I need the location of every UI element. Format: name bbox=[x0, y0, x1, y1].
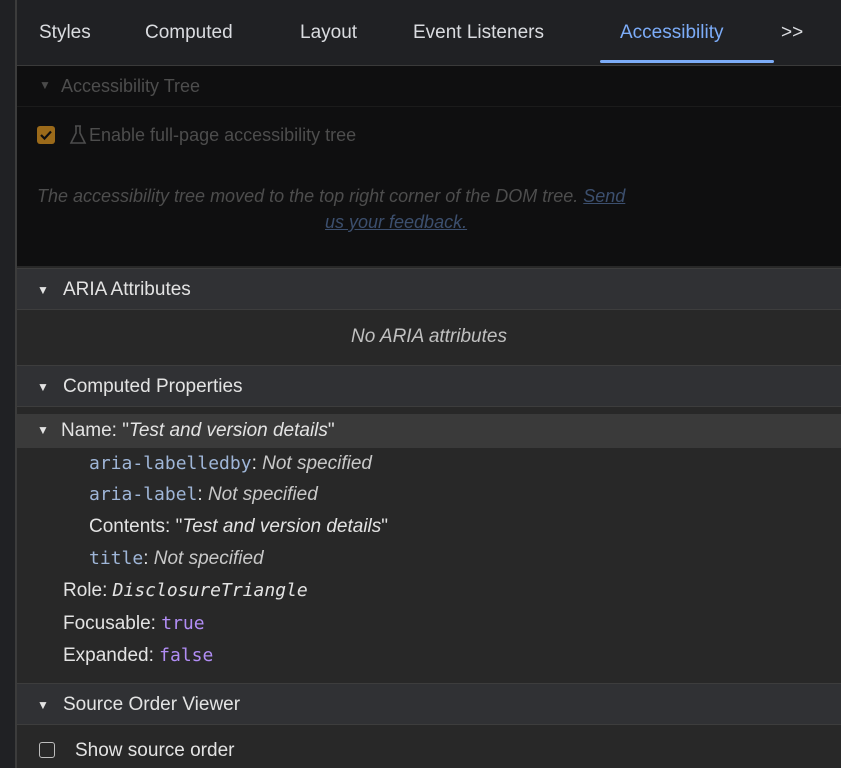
role-label: Role: bbox=[63, 580, 113, 601]
send-feedback-link[interactable]: Send bbox=[583, 186, 625, 206]
tab-computed[interactable]: Computed bbox=[145, 22, 233, 44]
show-source-order-checkbox[interactable] bbox=[39, 742, 55, 758]
send-feedback-link-continued[interactable]: us your feedback. bbox=[325, 212, 467, 233]
contents-value: Test and version details bbox=[182, 516, 382, 537]
expanded-value: false bbox=[159, 645, 214, 666]
source-order-viewer-header[interactable]: ▼ Source Order Viewer bbox=[17, 683, 841, 725]
aria-label-key: aria-label bbox=[89, 484, 198, 505]
expanded-row: Expanded: false bbox=[63, 645, 213, 667]
contents-label: Contents: " bbox=[89, 516, 183, 537]
no-aria-attributes-text: No ARIA attributes bbox=[351, 326, 507, 347]
aria-label-value: Not specified bbox=[207, 484, 318, 505]
aria-label-row: aria-label: Not specified bbox=[89, 484, 318, 505]
left-gutter bbox=[0, 0, 17, 768]
focusable-label: Focusable: bbox=[63, 613, 162, 634]
tree-moved-message: The accessibility tree moved to the top … bbox=[37, 186, 625, 207]
devtools-sidebar-panel: Styles Computed Layout Event Listeners A… bbox=[17, 0, 841, 768]
name-label: Name: " bbox=[61, 420, 129, 441]
aria-attributes-header[interactable]: ▼ ARIA Attributes bbox=[17, 268, 841, 310]
tab-accessibility[interactable]: Accessibility bbox=[620, 22, 723, 44]
experiment-flask-icon bbox=[69, 125, 87, 144]
name-value: Test and version details bbox=[128, 420, 328, 441]
accessibility-tree-header[interactable]: ▼ Accessibility Tree bbox=[17, 66, 841, 107]
aria-labelledby-row: aria-labelledby: Not specified bbox=[89, 453, 372, 474]
aria-labelledby-key: aria-labelledby bbox=[89, 453, 252, 474]
title-key: title bbox=[89, 548, 144, 569]
enable-full-page-tree-label: Enable full-page accessibility tree bbox=[89, 125, 357, 145]
name-property-row[interactable]: ▼ Name: "Test and version details" bbox=[17, 414, 841, 448]
show-source-order-label: Show source order bbox=[75, 740, 235, 761]
collapse-triangle-icon: ▼ bbox=[37, 283, 49, 297]
enable-full-page-tree-checkbox[interactable] bbox=[37, 126, 55, 144]
collapse-triangle-icon: ▼ bbox=[37, 698, 49, 712]
role-row: Role: DisclosureTriangle bbox=[63, 580, 308, 602]
computed-properties-title: Computed Properties bbox=[63, 376, 243, 397]
expanded-label: Expanded: bbox=[63, 645, 160, 666]
tab-styles[interactable]: Styles bbox=[39, 22, 91, 44]
collapse-triangle-icon: ▼ bbox=[37, 380, 49, 394]
contents-close-quote: " bbox=[381, 516, 389, 537]
title-value: Not specified bbox=[153, 548, 264, 569]
title-row: title: Not specified bbox=[89, 548, 264, 569]
contents-row: Contents: "Test and version details" bbox=[89, 516, 388, 538]
accessibility-tree-section: ▼ Accessibility Tree Enable full-page ac… bbox=[17, 66, 841, 266]
more-tabs-button[interactable]: >> bbox=[781, 22, 803, 44]
tree-moved-text: The accessibility tree moved to the top … bbox=[37, 186, 579, 206]
aria-attributes-empty: No ARIA attributes bbox=[17, 312, 841, 365]
collapse-triangle-icon: ▼ bbox=[37, 423, 49, 437]
role-value: DisclosureTriangle bbox=[112, 580, 308, 601]
name-close-quote: " bbox=[327, 420, 335, 441]
name-property: Name: "Test and version details" bbox=[61, 420, 335, 442]
accessibility-tree-title: Accessibility Tree bbox=[61, 76, 201, 96]
tab-layout[interactable]: Layout bbox=[300, 22, 357, 44]
active-tab-indicator bbox=[600, 60, 774, 63]
expand-triangle-icon: ▼ bbox=[39, 78, 51, 92]
tab-bar: Styles Computed Layout Event Listeners A… bbox=[17, 0, 841, 66]
focusable-value: true bbox=[161, 613, 205, 634]
source-order-viewer-title: Source Order Viewer bbox=[63, 694, 241, 715]
focusable-row: Focusable: true bbox=[63, 613, 205, 635]
aria-attributes-title: ARIA Attributes bbox=[63, 279, 191, 300]
tab-event-listeners[interactable]: Event Listeners bbox=[413, 22, 544, 44]
computed-properties-header[interactable]: ▼ Computed Properties bbox=[17, 365, 841, 407]
aria-labelledby-value: Not specified bbox=[262, 453, 372, 474]
